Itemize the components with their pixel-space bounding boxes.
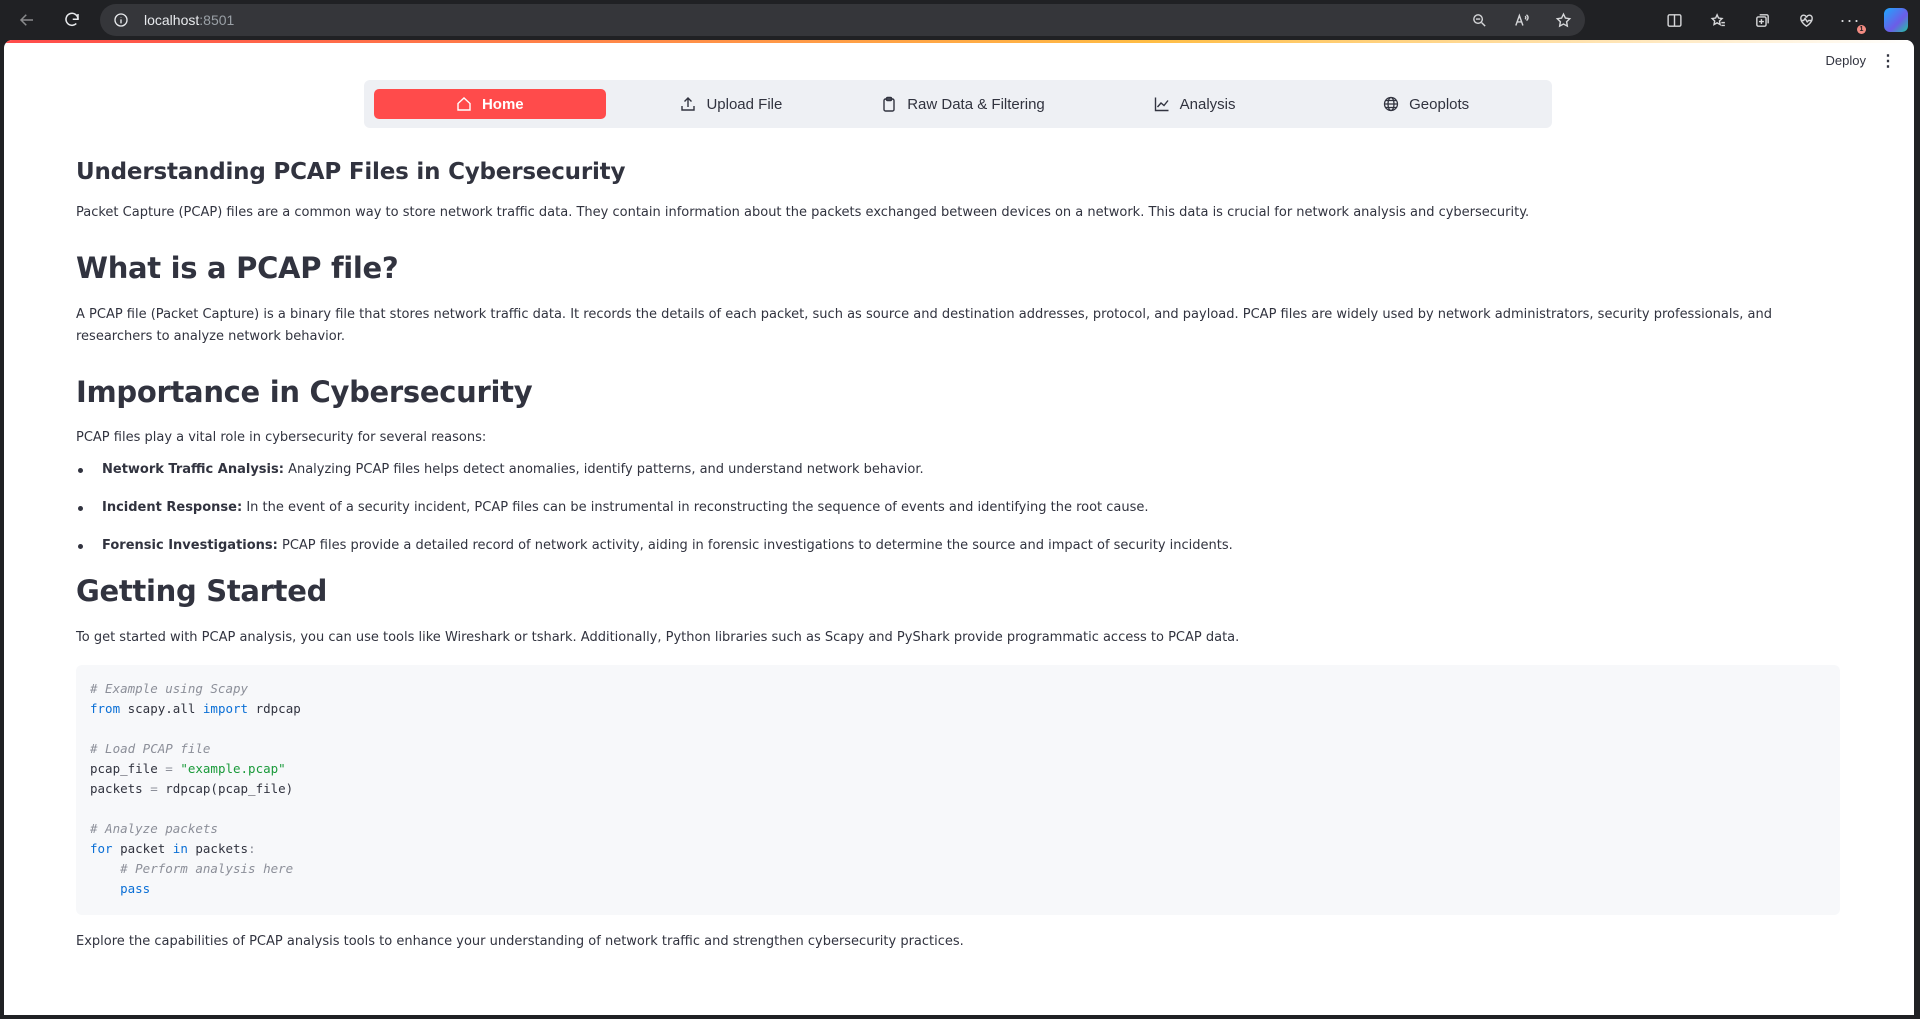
- what-is-paragraph: A PCAP file (Packet Capture) is a binary…: [76, 306, 1772, 344]
- list-item: Forensic Investigations: PCAP files prov…: [76, 535, 1842, 557]
- url-port: :8501: [199, 12, 235, 28]
- importance-paragraph: PCAP files play a vital role in cybersec…: [76, 430, 487, 446]
- intro-paragraph: Packet Capture (PCAP) files are a common…: [76, 204, 1530, 220]
- main-menu-icon[interactable]: ⋮: [1880, 52, 1896, 70]
- list-item-text: PCAP files provide a detailed record of …: [277, 538, 1233, 554]
- more-menu-icon[interactable]: ··· 1: [1836, 6, 1866, 34]
- page-title: Understanding PCAP Files in Cybersecurit…: [76, 159, 626, 185]
- graph-up-icon: [1154, 97, 1169, 112]
- code-line: # Load PCAP file: [90, 740, 211, 756]
- closing-paragraph: Explore the capabilities of PCAP analysi…: [76, 933, 964, 949]
- list-item-title: Network Traffic Analysis:: [102, 462, 284, 478]
- header-decoration: [4, 40, 1914, 43]
- code-line: packets = rdpcap(pcap_file): [90, 780, 294, 796]
- section-heading-what-is: What is a PCAP file?: [76, 250, 399, 285]
- tab-label: Raw Data & Filtering: [907, 95, 1045, 113]
- app-viewport: Deploy ⋮ Home Upload File Raw Data & Fil…: [4, 40, 1914, 1015]
- address-bar[interactable]: localhost:8501: [100, 4, 1585, 36]
- section-heading-getting-started: Getting Started: [76, 574, 328, 609]
- tab-label: Home: [481, 95, 524, 113]
- code-line: for packet in packets:: [90, 840, 256, 856]
- code-block[interactable]: # Example using Scapy from scapy.all imp…: [76, 664, 1840, 915]
- collections-icon[interactable]: [1748, 6, 1776, 34]
- favorites-icon[interactable]: [1704, 6, 1732, 34]
- code-line: pcap_file = "example.pcap": [90, 760, 286, 776]
- tab-label: Analysis: [1179, 95, 1236, 113]
- url-text: localhost:8501: [144, 12, 234, 28]
- tab-home[interactable]: Home: [374, 89, 606, 119]
- read-aloud-icon[interactable]: [1507, 6, 1535, 34]
- list-item: Network Traffic Analysis: Analyzing PCAP…: [76, 459, 1842, 481]
- deploy-button[interactable]: Deploy: [1826, 53, 1866, 68]
- globe-icon: [1383, 96, 1399, 112]
- tab-label: Upload File: [706, 95, 783, 113]
- code-line: pass: [120, 880, 151, 896]
- list-item-title: Forensic Investigations:: [102, 538, 278, 554]
- list-item: Incident Response: In the event of a sec…: [76, 497, 1842, 519]
- main-content: Understanding PCAP Files in Cybersecurit…: [76, 158, 1842, 963]
- tab-upload-file[interactable]: Upload File: [616, 89, 848, 119]
- section-heading-importance: Importance in Cybersecurity: [76, 374, 533, 409]
- info-icon[interactable]: [112, 11, 130, 29]
- back-button[interactable]: [10, 3, 44, 37]
- tab-label: Geoplots: [1409, 95, 1470, 113]
- tab-analysis[interactable]: Analysis: [1079, 89, 1311, 119]
- code-line: # Analyze packets: [90, 820, 218, 836]
- browser-toolbar: localhost:8501 ··· 1: [0, 0, 1920, 40]
- favorite-star-icon[interactable]: [1549, 6, 1577, 34]
- option-menu: Home Upload File Raw Data & Filtering An…: [364, 80, 1552, 128]
- upload-icon: [681, 97, 696, 111]
- notification-badge: 1: [1857, 25, 1866, 34]
- split-screen-icon[interactable]: [1660, 6, 1688, 34]
- reload-icon: [65, 12, 79, 27]
- zoom-out-icon[interactable]: [1465, 6, 1493, 34]
- tab-raw-data[interactable]: Raw Data & Filtering: [847, 89, 1079, 119]
- code-line: # Example using Scapy: [90, 680, 249, 696]
- clipboard-icon: [883, 96, 895, 112]
- list-item-title: Incident Response:: [102, 500, 243, 516]
- copilot-icon[interactable]: [1884, 8, 1908, 32]
- arrow-left-icon: [19, 14, 33, 26]
- reload-button[interactable]: [55, 3, 89, 37]
- importance-list: Network Traffic Analysis: Analyzing PCAP…: [76, 459, 1842, 557]
- url-host: localhost: [144, 12, 200, 28]
- code-line: # Perform analysis here: [90, 860, 294, 876]
- tab-geoplots[interactable]: Geoplots: [1310, 89, 1542, 119]
- list-item-text: In the event of a security incident, PCA…: [242, 500, 1149, 516]
- browser-essentials-icon[interactable]: [1792, 6, 1820, 34]
- code-line: from scapy.all import rdpcap: [90, 700, 301, 716]
- house-icon: [457, 97, 471, 111]
- getting-started-paragraph: To get started with PCAP analysis, you c…: [76, 629, 1240, 645]
- list-item-text: Analyzing PCAP files helps detect anomal…: [283, 462, 924, 478]
